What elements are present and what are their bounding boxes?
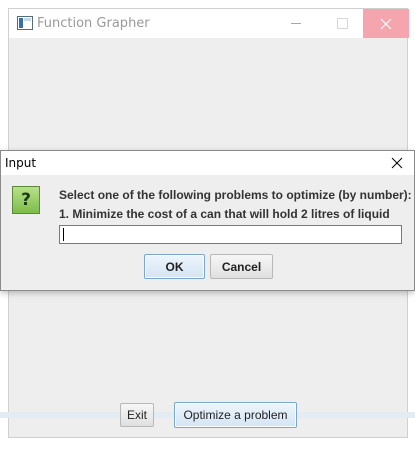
question-icon: ?	[12, 186, 40, 214]
problem-number-input[interactable]	[59, 225, 402, 244]
dialog-message-line-2: 1. Minimize the cost of a can that will …	[59, 207, 390, 221]
window-app-icon	[17, 16, 33, 30]
close-icon	[391, 157, 403, 169]
dialog-title: Input	[5, 156, 37, 170]
input-dialog: Input ? Select one of the following prob…	[0, 150, 415, 291]
text-caret	[63, 228, 64, 241]
ok-button[interactable]: OK	[144, 254, 205, 279]
close-window-button[interactable]	[363, 9, 409, 38]
exit-button[interactable]: Exit	[120, 403, 154, 427]
minimize-button[interactable]	[273, 9, 319, 38]
optimize-problem-button[interactable]: Optimize a problem	[174, 402, 297, 428]
dialog-message-line-1: Select one of the following problems to …	[59, 188, 412, 202]
dialog-close-button[interactable]	[384, 151, 410, 175]
main-titlebar[interactable]: Function Grapher	[9, 9, 409, 38]
cancel-button[interactable]: Cancel	[210, 254, 273, 279]
maximize-icon	[336, 18, 348, 29]
window-title: Function Grapher	[37, 16, 150, 31]
minimize-icon	[291, 23, 301, 24]
maximize-button[interactable]	[319, 9, 365, 38]
dialog-titlebar[interactable]: Input	[1, 151, 414, 175]
close-icon	[380, 18, 392, 29]
